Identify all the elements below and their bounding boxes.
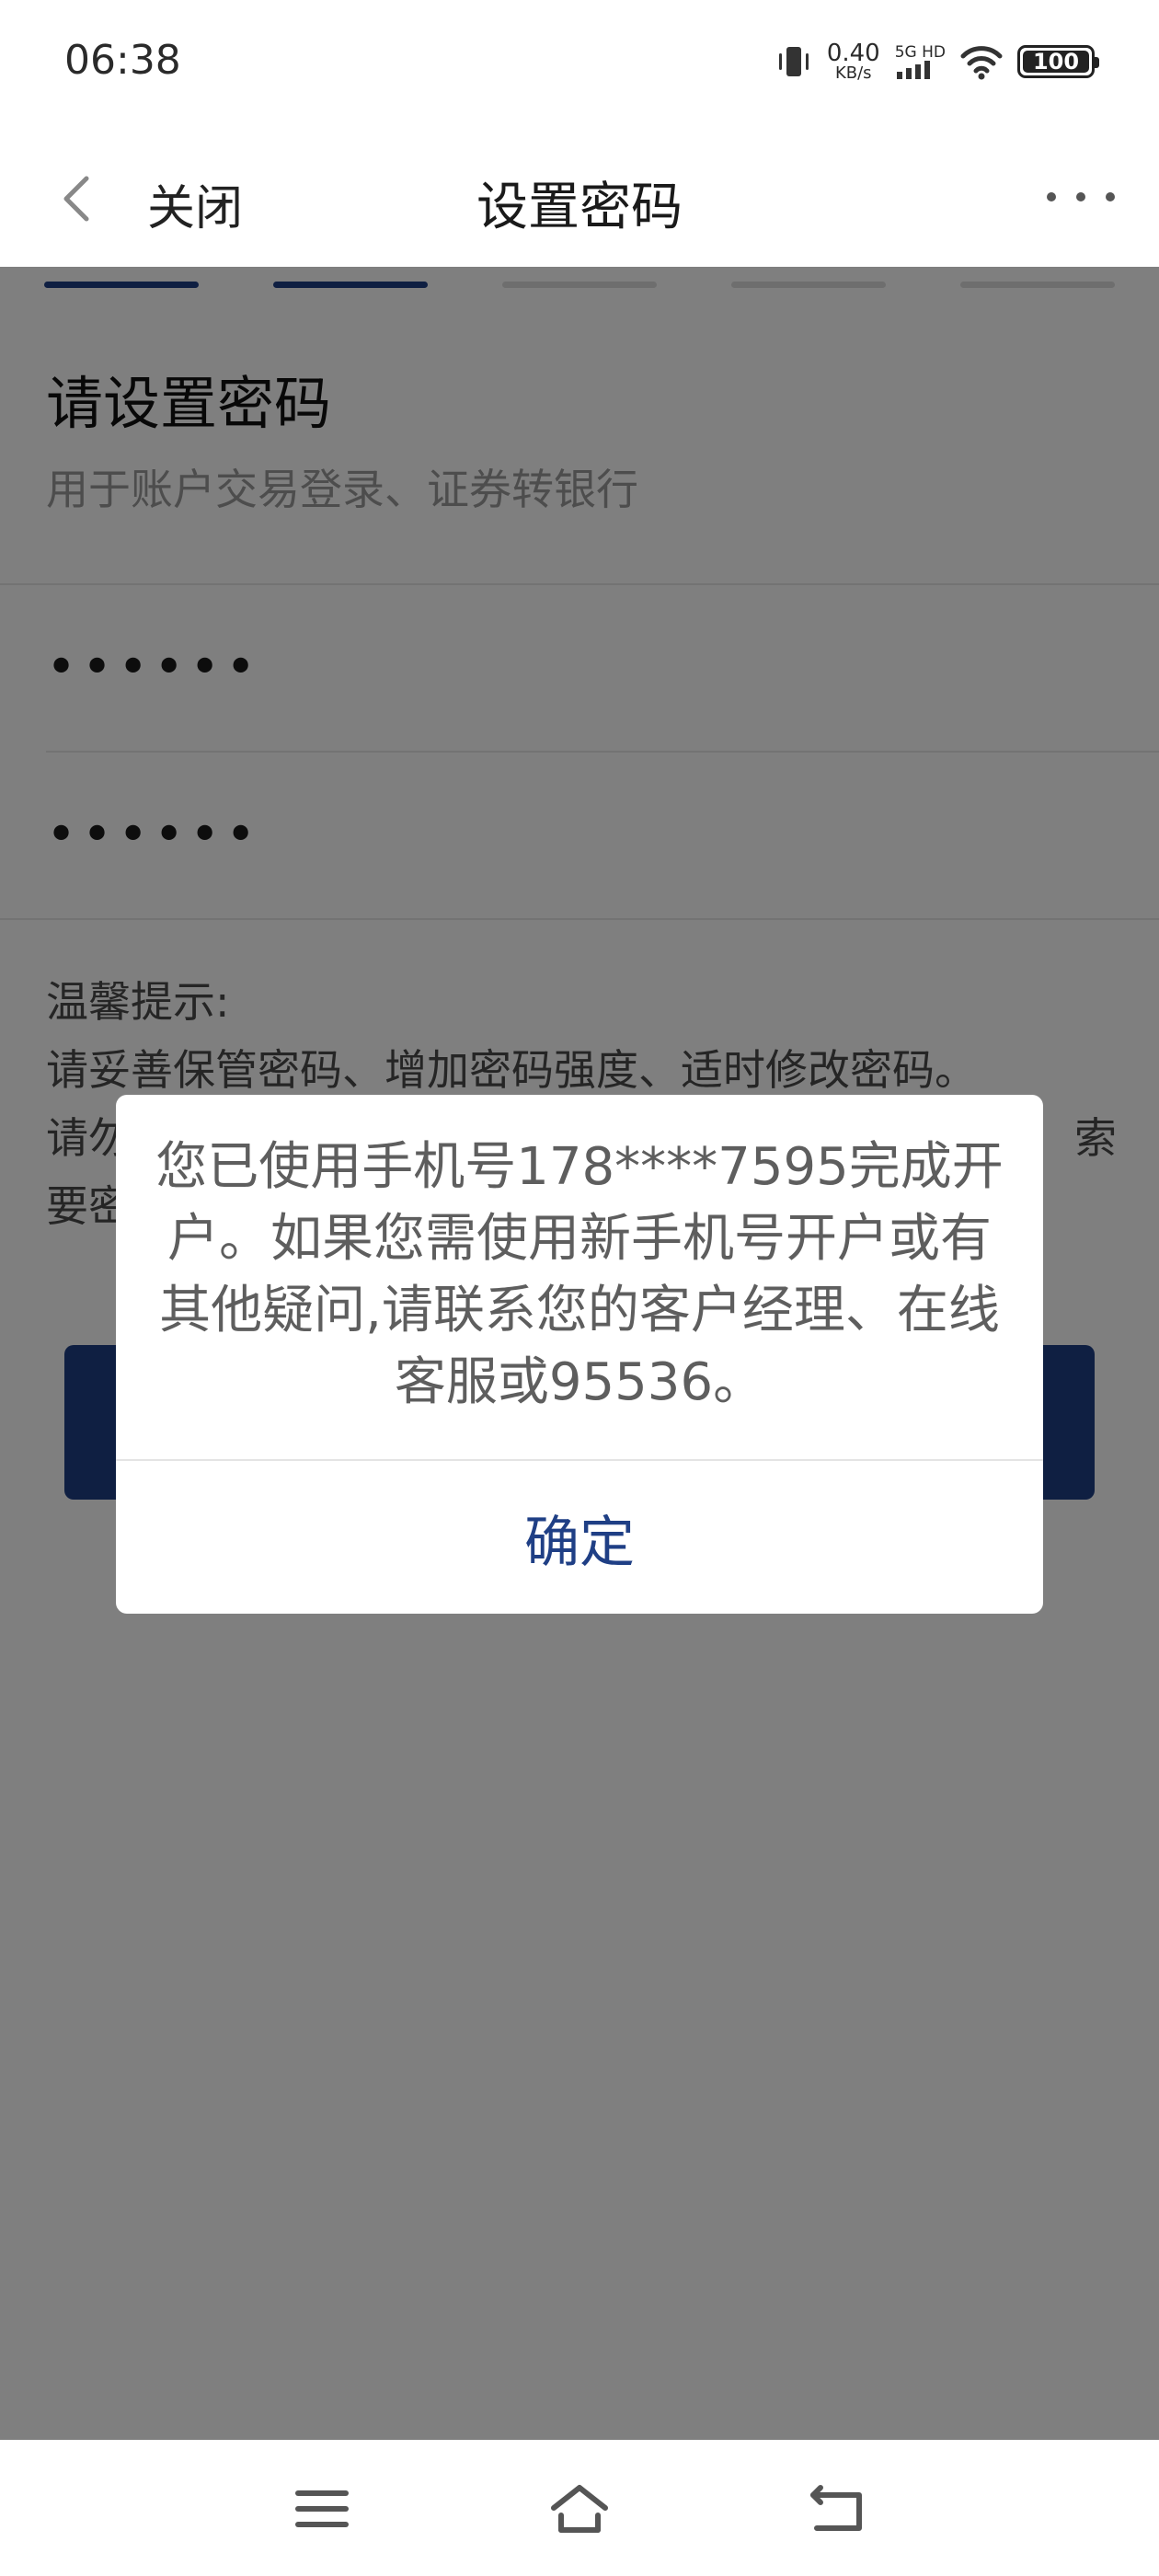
net-speed-value: 0.40 [826,40,880,67]
wifi-icon [960,46,1003,80]
status-time: 06:38 [64,37,181,84]
net-speed: 0.40 KB/s [827,41,880,82]
signal-icon [896,61,930,80]
net-speed-unit: KB/s [834,63,872,83]
back-chevron-icon[interactable] [57,173,98,224]
network-type-label: 5G HD [894,42,946,62]
back-icon[interactable] [808,2482,866,2536]
status-icons: 0.40 KB/s 5G HD 100 [775,39,1099,85]
network-type: 5G HD [894,42,946,80]
menu-icon[interactable] [293,2482,351,2536]
more-icon[interactable] [1047,186,1115,208]
battery-level: 100 [1032,49,1080,75]
dialog-message: 您已使用手机号178****7595完成开户。如果您需使用新手机号开户或有其他疑… [155,1137,1004,1412]
alert-dialog: 您已使用手机号178****7595完成开户。如果您需使用新手机号开户或有其他疑… [116,1095,1043,1614]
status-bar: 06:38 0.40 KB/s 5G HD 100 [0,0,1159,125]
app-header: 关闭 设置密码 [0,125,1159,267]
confirm-button[interactable]: 确定 [116,1461,1043,1614]
battery-icon: 100 [1017,45,1099,78]
vibrate-icon [778,47,809,76]
close-button[interactable]: 关闭 [147,169,243,238]
home-icon[interactable] [550,2482,609,2536]
system-nav-bar [0,2440,1159,2576]
